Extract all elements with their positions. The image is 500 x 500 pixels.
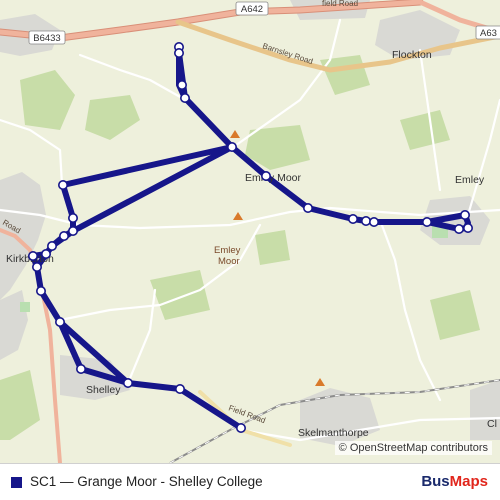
place-label-cl: Cl xyxy=(487,418,497,430)
wood-patch xyxy=(255,230,290,265)
bus-stop-marker[interactable] xyxy=(31,261,42,272)
bus-stop-marker[interactable] xyxy=(368,217,379,228)
bus-stop-marker[interactable] xyxy=(459,210,470,221)
bus-stop-marker[interactable] xyxy=(347,214,358,225)
route-color-swatch xyxy=(11,477,22,488)
route-name: SC1 — Grange Moor - Shelley College xyxy=(30,474,263,489)
bus-stop-marker[interactable] xyxy=(177,80,188,91)
brand-part-maps: Maps xyxy=(449,473,488,490)
bus-stop-marker[interactable] xyxy=(236,422,247,433)
bus-stop-marker[interactable] xyxy=(227,142,238,153)
bus-stop-marker[interactable] xyxy=(27,251,38,262)
busmaps-logo[interactable]: BusMaps xyxy=(421,473,488,490)
bus-stop-marker[interactable] xyxy=(462,223,473,234)
bus-stop-marker[interactable] xyxy=(123,377,134,388)
road-label-field-road-top: field Road xyxy=(322,0,358,8)
bus-stop-marker[interactable] xyxy=(76,363,87,374)
place-label-flockton: Flockton xyxy=(392,49,432,61)
bus-stop-marker[interactable] xyxy=(260,171,271,182)
bus-stop-marker[interactable] xyxy=(175,383,186,394)
bus-stop-marker[interactable] xyxy=(68,226,79,237)
bus-stop-marker[interactable] xyxy=(35,285,46,296)
urban-area-east xyxy=(470,380,500,440)
park xyxy=(20,302,30,312)
place-label-shelley: Shelley xyxy=(86,384,121,396)
bus-stop-marker[interactable] xyxy=(54,316,65,327)
bus-stop-marker[interactable] xyxy=(302,203,313,214)
bus-stop-marker[interactable] xyxy=(46,241,57,252)
brand-part-bus: Bus xyxy=(421,473,450,490)
legend-footer: SC1 — Grange Moor - Shelley College BusM… xyxy=(0,463,500,500)
bus-stop-marker[interactable] xyxy=(360,216,371,227)
bus-stop-marker[interactable] xyxy=(40,249,51,260)
bus-stop-marker[interactable] xyxy=(174,47,185,58)
map-view[interactable]: A642 B6433 A63 Barnsley Road field Road … xyxy=(0,0,500,500)
road-label-b6433: B6433 xyxy=(33,33,60,44)
place-label-emley-moor-peak: Emley Moor xyxy=(214,245,243,267)
map-attribution[interactable]: © OpenStreetMap contributors xyxy=(334,441,492,455)
bus-stop-marker[interactable] xyxy=(421,217,432,228)
place-label-emley-moor: Emley Moor xyxy=(245,172,302,184)
road-label-a642: A642 xyxy=(241,4,263,15)
bus-stop-marker[interactable] xyxy=(453,224,464,235)
bus-stop-marker[interactable] xyxy=(180,93,191,104)
bus-stop-marker[interactable] xyxy=(58,231,69,242)
bus-stop-marker[interactable] xyxy=(68,213,79,224)
bus-stop-marker[interactable] xyxy=(57,180,68,191)
place-label-skelmanthorpe: Skelmanthorpe xyxy=(298,427,369,439)
map-canvas[interactable]: A642 B6433 A63 Barnsley Road field Road … xyxy=(0,0,500,463)
road-label-a63: A63 xyxy=(480,28,497,39)
place-label-emley: Emley xyxy=(455,174,485,186)
